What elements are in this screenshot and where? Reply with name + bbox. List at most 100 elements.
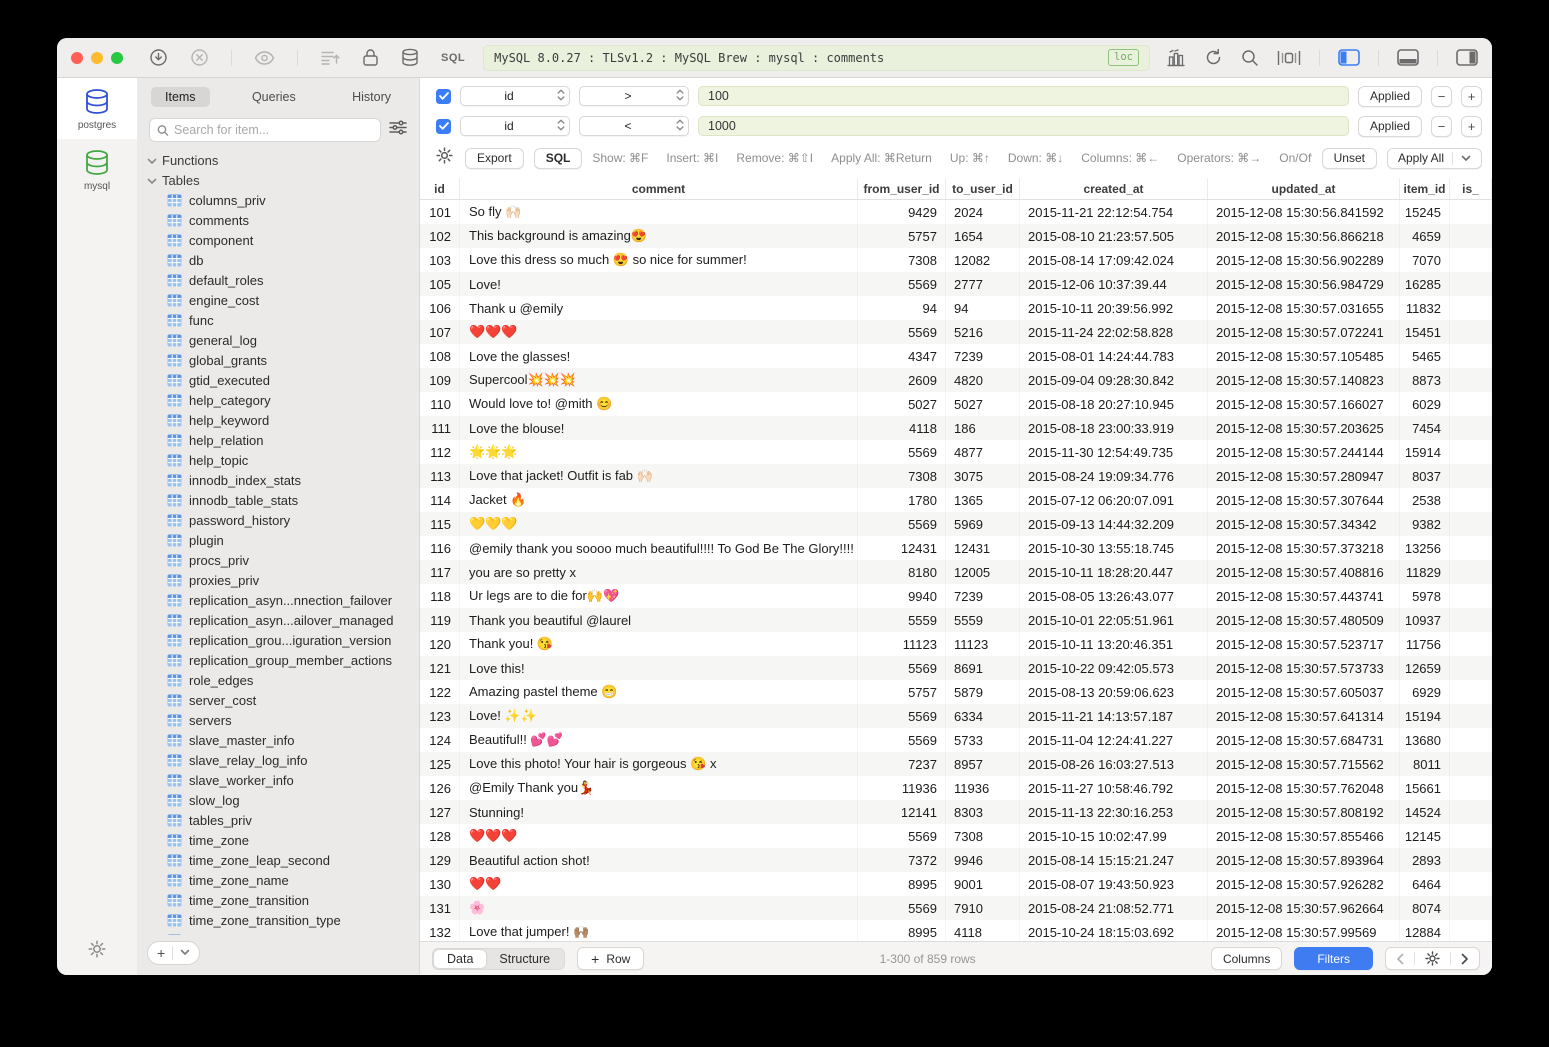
sidebar-table-innodb_table_stats[interactable]: innodb_table_stats: [147, 490, 419, 510]
table-row[interactable]: 118Ur legs are to die for🙌💖994072392015-…: [420, 584, 1492, 608]
table-row[interactable]: 112🌟🌟🌟556948772015-11-30 12:54:49.735201…: [420, 440, 1492, 464]
item-search-input[interactable]: [174, 123, 373, 137]
connection-mysql[interactable]: mysql: [57, 139, 137, 200]
query-log-icon[interactable]: [320, 49, 340, 66]
sidebar-table-procs_priv[interactable]: procs_priv: [147, 550, 419, 570]
toggle-bottom-panel-icon[interactable]: [1397, 49, 1419, 66]
sidebar-table-slow_log[interactable]: slow_log: [147, 790, 419, 810]
table-row[interactable]: 129Beautiful action shot!737299462015-08…: [420, 848, 1492, 872]
apply-all-button[interactable]: Apply All: [1387, 148, 1482, 169]
table-row[interactable]: 113Love that jacket! Outfit is fab 🙌🏻730…: [420, 464, 1492, 488]
sql-editor-button[interactable]: SQL: [441, 52, 465, 64]
column-header-from_user_id[interactable]: from_user_id: [858, 178, 946, 199]
connection-icon[interactable]: [149, 48, 168, 67]
sidebar-table-help_keyword[interactable]: help_keyword: [147, 410, 419, 430]
sidebar-table-replication_group_member_actions[interactable]: replication_group_member_actions: [147, 650, 419, 670]
disconnect-icon[interactable]: [190, 48, 209, 67]
sidebar-table-help_relation[interactable]: help_relation: [147, 430, 419, 450]
applied-button[interactable]: Applied: [1358, 86, 1422, 107]
database-icon[interactable]: [401, 48, 419, 67]
column-header-updated_at[interactable]: updated_at: [1208, 178, 1400, 199]
sidebar-table-help_topic[interactable]: help_topic: [147, 450, 419, 470]
sidebar-table-columns_priv[interactable]: columns_priv: [147, 190, 419, 210]
tab-history[interactable]: History: [338, 87, 405, 107]
toggle-right-panel-icon[interactable]: [1456, 49, 1478, 66]
table-row[interactable]: 111Love the blouse!41181862015-08-18 23:…: [420, 416, 1492, 440]
table-row[interactable]: 103Love this dress so much 😍 so nice for…: [420, 248, 1492, 272]
add-row-button[interactable]: + Row: [577, 947, 644, 970]
table-row[interactable]: 102This background is amazing😍5757165420…: [420, 224, 1492, 248]
next-page-button[interactable]: [1451, 953, 1479, 965]
sidebar-table-func[interactable]: func: [147, 310, 419, 330]
table-row[interactable]: 131🌸556979102015-08-24 21:08:52.7712015-…: [420, 896, 1492, 920]
column-header-item_id[interactable]: item_id: [1400, 178, 1450, 199]
sidebar-table-slave_relay_log_info[interactable]: slave_relay_log_info: [147, 750, 419, 770]
table-row[interactable]: 124Beautiful!! 💕💕556957332015-11-04 12:2…: [420, 728, 1492, 752]
add-filter-button[interactable]: +: [1461, 86, 1482, 107]
sidebar-table-help_category[interactable]: help_category: [147, 390, 419, 410]
filter-value-input[interactable]: [698, 86, 1349, 106]
sidebar-table-servers[interactable]: servers: [147, 710, 419, 730]
table-row[interactable]: 120Thank you! 😘11123111232015-10-11 13:2…: [420, 632, 1492, 656]
sidebar-table-server_cost[interactable]: server_cost: [147, 690, 419, 710]
sidebar-table-component[interactable]: component: [147, 230, 419, 250]
columns-button[interactable]: Columns: [1211, 947, 1282, 970]
remove-filter-button[interactable]: −: [1431, 116, 1452, 137]
filter-checkbox[interactable]: [436, 89, 451, 104]
filter-operator-select[interactable]: <: [579, 116, 689, 136]
sidebar-table-general_log[interactable]: general_log: [147, 330, 419, 350]
tree-group-functions[interactable]: Functions: [147, 150, 419, 170]
table-row[interactable]: 122Amazing pastel theme 😁575758792015-08…: [420, 680, 1492, 704]
column-header-comment[interactable]: comment: [460, 178, 858, 199]
sidebar-table-replication_grouiguration_version[interactable]: replication_grou...iguration_version: [147, 630, 419, 650]
sidebar-table-slave_worker_info[interactable]: slave_worker_info: [147, 770, 419, 790]
sidebar-table-replication_asynailover_managed[interactable]: replication_asyn...ailover_managed: [147, 610, 419, 630]
column-header-is_[interactable]: is_: [1450, 178, 1492, 199]
filter-column-select[interactable]: id: [460, 86, 570, 106]
filter-column-select[interactable]: id: [460, 116, 570, 136]
filter-value-input[interactable]: [698, 116, 1349, 136]
table-row[interactable]: 114Jacket 🔥178013652015-07-12 06:20:07.0…: [420, 488, 1492, 512]
sidebar-table-role_edges[interactable]: role_edges: [147, 670, 419, 690]
sidebar-table-slave_master_info[interactable]: slave_master_info: [147, 730, 419, 750]
table-row[interactable]: 115💛💛💛556959692015-09-13 14:44:32.209201…: [420, 512, 1492, 536]
table-row[interactable]: 106Thank u @emily94942015-10-11 20:39:56…: [420, 296, 1492, 320]
refresh-icon[interactable]: [1204, 48, 1223, 67]
filters-button[interactable]: Filters: [1294, 947, 1373, 970]
sidebar-table-comments[interactable]: comments: [147, 210, 419, 230]
item-search-box[interactable]: [149, 118, 381, 142]
filter-checkbox[interactable]: [436, 119, 451, 134]
table-row[interactable]: 105Love!556927772015-12-06 10:37:39.4420…: [420, 272, 1492, 296]
sidebar-table-innodb_index_stats[interactable]: innodb_index_stats: [147, 470, 419, 490]
filter-settings-gear-icon[interactable]: [436, 147, 453, 169]
column-header-to_user_id[interactable]: to_user_id: [946, 178, 1020, 199]
page-settings-gear-icon[interactable]: [1415, 951, 1450, 966]
table-row[interactable]: 123Love! ✨✨556963342015-11-21 14:13:57.1…: [420, 704, 1492, 728]
filter-operator-select[interactable]: >: [579, 86, 689, 106]
table-row[interactable]: 121Love this!556986912015-10-22 09:42:05…: [420, 656, 1492, 680]
toggle-left-panel-icon[interactable]: [1338, 49, 1360, 66]
tab-data[interactable]: Data: [434, 950, 486, 968]
sidebar-table-engine_cost[interactable]: engine_cost: [147, 290, 419, 310]
sidebar-table-tables_priv[interactable]: tables_priv: [147, 810, 419, 830]
chart-icon[interactable]: [1166, 49, 1186, 67]
sidebar-table-proxies_priv[interactable]: proxies_priv: [147, 570, 419, 590]
table-row[interactable]: 125Love this photo! Your hair is gorgeou…: [420, 752, 1492, 776]
table-view-icon[interactable]: [1277, 50, 1301, 66]
sidebar-table-default_roles[interactable]: default_roles: [147, 270, 419, 290]
sidebar-table-replication_asynnnection_failover[interactable]: replication_asyn...nnection_failover: [147, 590, 419, 610]
export-button[interactable]: Export: [465, 148, 524, 169]
unset-button[interactable]: Unset: [1322, 148, 1377, 169]
sql-button[interactable]: SQL: [534, 148, 583, 169]
settings-gear-icon[interactable]: [88, 940, 106, 963]
sort-filter-icon[interactable]: [389, 120, 407, 140]
tree-group-tables[interactable]: Tables: [147, 170, 419, 190]
table-row[interactable]: 130❤️❤️899590012015-08-07 19:43:50.92320…: [420, 872, 1492, 896]
table-row[interactable]: 128❤️❤️❤️556973082015-10-15 10:02:47.992…: [420, 824, 1492, 848]
tab-structure[interactable]: Structure: [486, 950, 563, 968]
minimize-window-button[interactable]: [91, 52, 103, 64]
add-filter-button[interactable]: +: [1461, 116, 1482, 137]
table-row[interactable]: 127Stunning!1214183032015-11-13 22:30:16…: [420, 800, 1492, 824]
lock-icon[interactable]: [362, 48, 379, 67]
tab-queries[interactable]: Queries: [238, 87, 310, 107]
